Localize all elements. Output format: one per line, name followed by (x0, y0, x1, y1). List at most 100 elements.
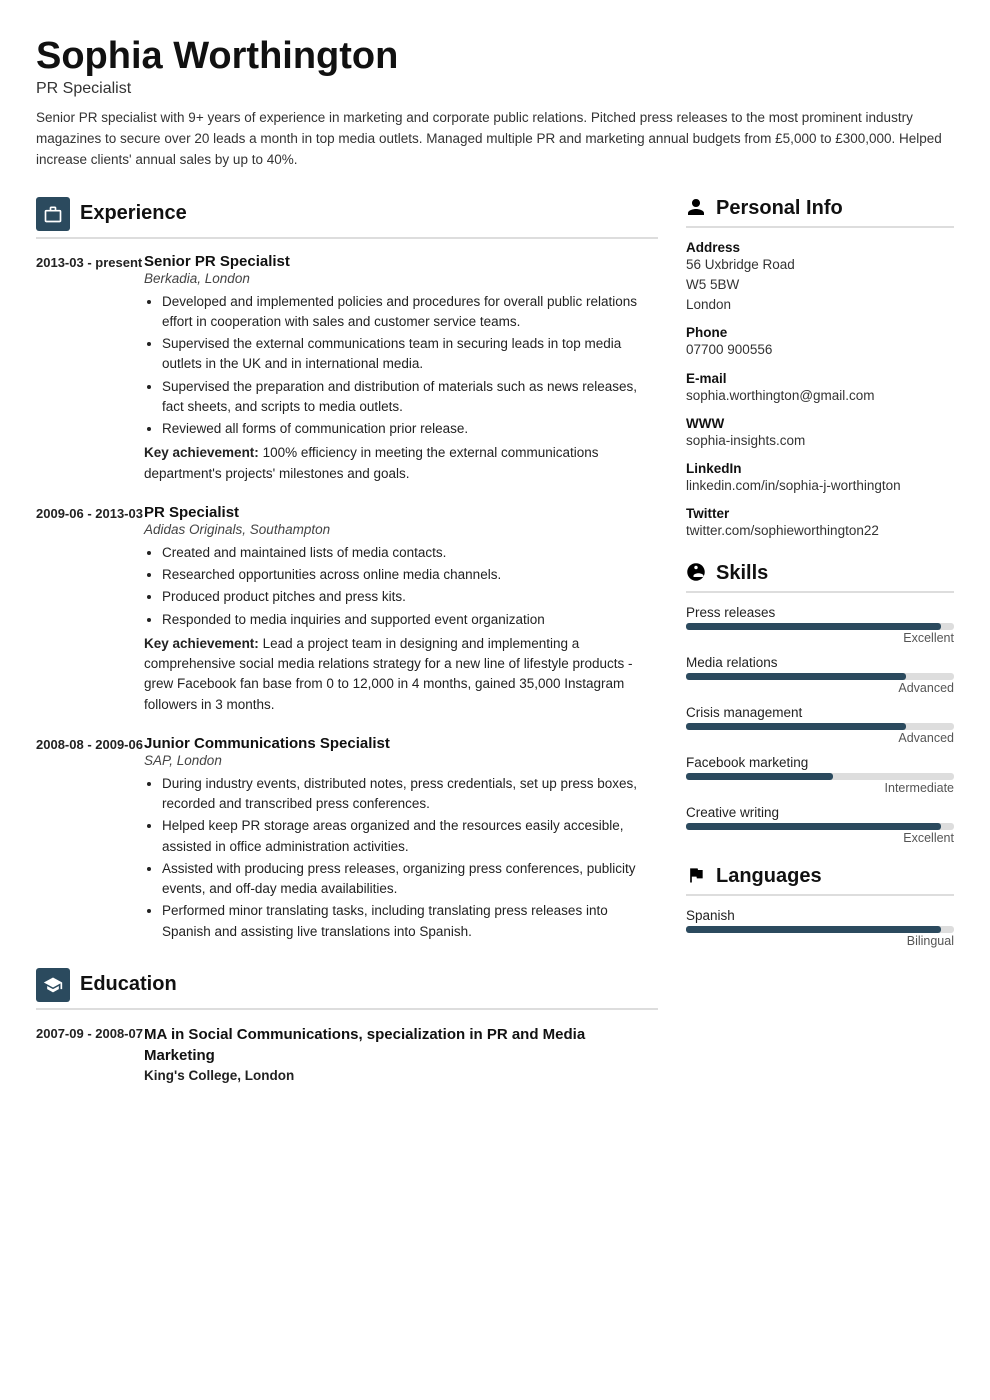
www-label: WWW (686, 416, 954, 431)
exp-bullet: Produced product pitches and press kits. (162, 587, 658, 607)
skill-item-3: Facebook marketing Intermediate (686, 755, 954, 795)
email-value: sophia.worthington@gmail.com (686, 386, 954, 406)
exp-achievement-2: Key achievement: Lead a project team in … (144, 634, 658, 715)
skill-item-1: Media relations Advanced (686, 655, 954, 695)
skill-level-1: Advanced (686, 681, 954, 695)
education-section: Education 2007-09 - 2008-07 MA in Social… (36, 968, 658, 1083)
languages-section: Languages Spanish Bilingual (686, 865, 954, 948)
exp-body-1: Senior PR Specialist Berkadia, London De… (144, 253, 658, 484)
skill-item-0: Press releases Excellent (686, 605, 954, 645)
address-label: Address (686, 240, 954, 255)
resume-page: Sophia Worthington PR Specialist Senior … (0, 0, 990, 1400)
linkedin-block: LinkedIn linkedin.com/in/sophia-j-worthi… (686, 461, 954, 496)
right-column: Personal Info Address 56 Uxbridge RoadW5… (686, 197, 954, 1105)
personal-info-heading: Personal Info (716, 197, 843, 220)
skills-header: Skills (686, 562, 954, 593)
left-column: Experience 2013-03 - present Senior PR S… (36, 197, 658, 1105)
exp-company-3: SAP, London (144, 753, 658, 768)
skill-level-2: Advanced (686, 731, 954, 745)
edu-degree-1: MA in Social Communications, specializat… (144, 1024, 658, 1066)
edu-dates-1: 2007-09 - 2008-07 (36, 1024, 144, 1083)
experience-icon-box (36, 197, 70, 231)
exp-bullets-1: Developed and implemented policies and p… (144, 292, 658, 440)
exp-bullets-2: Created and maintained lists of media co… (144, 543, 658, 630)
exp-bullet: Supervised the preparation and distribut… (162, 377, 658, 418)
exp-body-3: Junior Communications Specialist SAP, Lo… (144, 735, 658, 946)
skill-level-4: Excellent (686, 831, 954, 845)
phone-label: Phone (686, 325, 954, 340)
education-section-header: Education (36, 968, 658, 1010)
lang-level-0: Bilingual (686, 934, 954, 948)
exp-bullet: Assisted with producing press releases, … (162, 859, 658, 900)
candidate-name: Sophia Worthington (36, 36, 954, 78)
address-block: Address 56 Uxbridge RoadW5 5BWLondon (686, 240, 954, 316)
candidate-summary: Senior PR specialist with 9+ years of ex… (36, 108, 954, 171)
candidate-title: PR Specialist (36, 80, 954, 98)
exp-bullet: During industry events, distributed note… (162, 774, 658, 815)
experience-entry-1: 2013-03 - present Senior PR Specialist B… (36, 253, 658, 484)
mortarboard-icon (43, 975, 63, 995)
personal-info-header: Personal Info (686, 197, 954, 228)
skill-bar-fill-2 (686, 723, 906, 730)
exp-bullet: Supervised the external communications t… (162, 334, 658, 375)
phone-value: 07700 900556 (686, 340, 954, 360)
education-entry-1: 2007-09 - 2008-07 MA in Social Communica… (36, 1024, 658, 1083)
address-value: 56 Uxbridge RoadW5 5BWLondon (686, 255, 954, 316)
education-icon-box (36, 968, 70, 1002)
email-block: E-mail sophia.worthington@gmail.com (686, 371, 954, 406)
skill-item-4: Creative writing Excellent (686, 805, 954, 845)
experience-heading: Experience (80, 202, 187, 225)
skills-icon (686, 562, 706, 582)
personal-info-section: Personal Info Address 56 Uxbridge RoadW5… (686, 197, 954, 542)
briefcase-icon (43, 204, 63, 224)
twitter-value: twitter.com/sophieworthington22 (686, 521, 954, 541)
languages-header: Languages (686, 865, 954, 896)
exp-bullet: Responded to media inquiries and support… (162, 610, 658, 630)
experience-entry-2: 2009-06 - 2013-03 PR Specialist Adidas O… (36, 504, 658, 715)
experience-section: Experience 2013-03 - present Senior PR S… (36, 197, 658, 946)
edu-body-1: MA in Social Communications, specializat… (144, 1024, 658, 1083)
exp-bullet: Researched opportunities across online m… (162, 565, 658, 585)
skill-name-1: Media relations (686, 655, 954, 670)
skill-name-2: Crisis management (686, 705, 954, 720)
phone-block: Phone 07700 900556 (686, 325, 954, 360)
flag-icon (686, 865, 706, 885)
www-block: WWW sophia-insights.com (686, 416, 954, 451)
skills-icon-box (686, 562, 706, 585)
experience-entry-3: 2008-08 - 2009-06 Junior Communications … (36, 735, 658, 946)
person-icon (686, 197, 706, 217)
lang-bar-fill-0 (686, 926, 941, 933)
skill-bar-bg-2 (686, 723, 954, 730)
exp-bullet: Helped keep PR storage areas organized a… (162, 816, 658, 857)
experience-section-header: Experience (36, 197, 658, 239)
linkedin-label: LinkedIn (686, 461, 954, 476)
exp-title-1: Senior PR Specialist (144, 253, 658, 270)
skill-bar-bg-3 (686, 773, 954, 780)
skill-item-2: Crisis management Advanced (686, 705, 954, 745)
main-layout: Experience 2013-03 - present Senior PR S… (36, 197, 954, 1105)
skill-level-0: Excellent (686, 631, 954, 645)
skill-name-4: Creative writing (686, 805, 954, 820)
twitter-label: Twitter (686, 506, 954, 521)
skill-bar-bg-4 (686, 823, 954, 830)
exp-bullet: Created and maintained lists of media co… (162, 543, 658, 563)
linkedin-value: linkedin.com/in/sophia-j-worthington (686, 476, 954, 496)
exp-title-2: PR Specialist (144, 504, 658, 521)
skill-name-0: Press releases (686, 605, 954, 620)
skills-heading: Skills (716, 562, 768, 585)
skill-bar-fill-3 (686, 773, 833, 780)
www-value: sophia-insights.com (686, 431, 954, 451)
email-label: E-mail (686, 371, 954, 386)
exp-title-3: Junior Communications Specialist (144, 735, 658, 752)
exp-bullets-3: During industry events, distributed note… (144, 774, 658, 942)
education-heading: Education (80, 973, 177, 996)
lang-bar-bg-0 (686, 926, 954, 933)
exp-company-1: Berkadia, London (144, 271, 658, 286)
exp-body-2: PR Specialist Adidas Originals, Southamp… (144, 504, 658, 715)
skill-name-3: Facebook marketing (686, 755, 954, 770)
exp-bullet: Performed minor translating tasks, inclu… (162, 901, 658, 942)
lang-name-0: Spanish (686, 908, 954, 923)
exp-bullet: Developed and implemented policies and p… (162, 292, 658, 333)
skill-level-3: Intermediate (686, 781, 954, 795)
skill-bar-bg-0 (686, 623, 954, 630)
